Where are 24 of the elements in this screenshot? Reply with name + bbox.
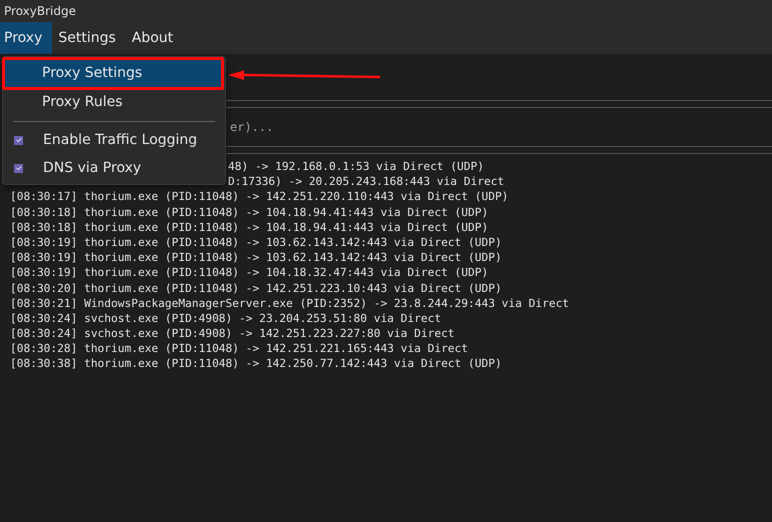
log-line: [08:30:18] thorium.exe (PID:11048) -> 104.18.94.41:443 via Direct (UDP) bbox=[10, 220, 488, 234]
log-line: 48) -> 192.168.0.1:53 via Direct (UDP) bbox=[228, 160, 484, 173]
log-line: [08:30:21] WindowsPackageManagerServer.exe (PID:2352) -> 23.8.244.29:443 via Direct bbox=[10, 296, 570, 310]
log-line: [08:30:28] thorium.exe (PID:11048) -> 142.251.221.165:443 via Direct bbox=[10, 342, 468, 356]
log-line: [08:30:20] thorium.exe (PID:11048) -> 142.251.223.10:443 via Direct (UDP) bbox=[10, 282, 502, 294]
window-title: ProxyBridge bbox=[4, 4, 76, 18]
menu-item[interactable]: Enable Traffic Logging bbox=[43, 132, 198, 148]
log-line: D:17336) -> 20.205.243.168:443 via Direct bbox=[228, 175, 504, 188]
menu-item[interactable]: Proxy Settings bbox=[4, 59, 224, 88]
log-line: [08:30:17] thorium.exe (PID:11048) -> 142.251.220.110:443 via Direct (UDP) bbox=[10, 190, 508, 204]
checkbox[interactable] bbox=[14, 136, 23, 144]
log-line: [08:30:19] thorium.exe (PID:11048) -> 104.18.32.47:443 via Direct (UDP) bbox=[10, 266, 488, 280]
log-line: [08:30:18] thorium.exe (PID:11048) -> 104.18.94.41:443 via Direct (UDP) bbox=[10, 206, 488, 219]
menu-item[interactable]: Proxy Rules bbox=[4, 88, 224, 117]
menu-bar-item[interactable]: Settings bbox=[54, 22, 126, 54]
log-line: [08:30:24] svchost.exe (PID:4908) -> 23.204.253.51:80 via Direct bbox=[10, 312, 442, 325]
menu-item[interactable]: DNS via Proxy bbox=[43, 160, 142, 176]
log-line: [08:30:38] thorium.exe (PID:11048) -> 142.250.77.142:443 via Direct (UDP) bbox=[10, 357, 502, 370]
log-line: [08:30:24] svchost.exe (PID:4908) -> 142.251.223.227:80 via Direct bbox=[10, 327, 455, 340]
log-line: [08:30:19] thorium.exe (PID:11048) -> 103.62.143.142:443 via Direct (UDP) bbox=[10, 236, 502, 249]
menu-bar-item[interactable]: About bbox=[128, 22, 184, 54]
log-line: [08:30:19] thorium.exe (PID:11048) -> 103.62.143.142:443 via Direct (UDP) bbox=[10, 251, 502, 264]
checkbox[interactable] bbox=[14, 164, 23, 172]
menu-bar-item[interactable]: Proxy bbox=[0, 22, 52, 54]
